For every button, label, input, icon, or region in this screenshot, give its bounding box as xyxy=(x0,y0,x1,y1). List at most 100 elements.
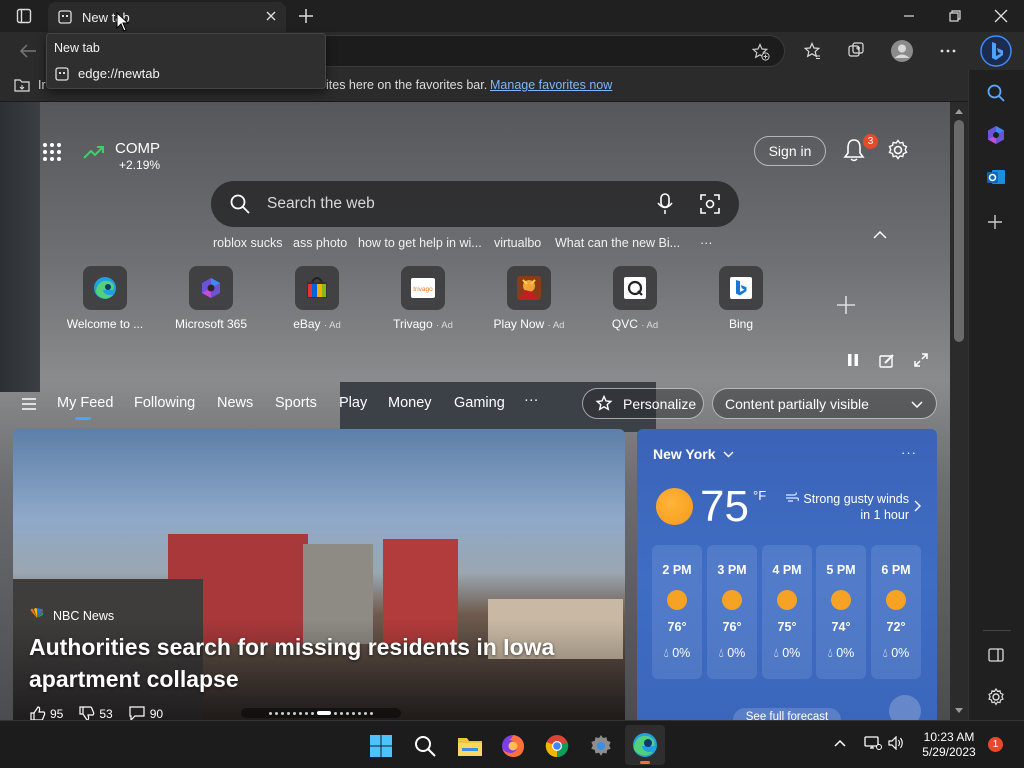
see-full-forecast-button[interactable]: See full forecast xyxy=(733,708,841,720)
scrollbar-thumb[interactable] xyxy=(954,120,964,342)
microphone-icon[interactable] xyxy=(657,193,673,215)
feed-tab-following[interactable]: Following xyxy=(134,395,195,411)
personalize-button[interactable]: Personalize xyxy=(582,388,704,419)
quick-link-tile[interactable] xyxy=(189,266,233,310)
game-icon xyxy=(517,276,541,300)
scroll-down-icon[interactable] xyxy=(955,708,963,713)
taskbar-search-icon[interactable] xyxy=(414,735,436,757)
weather-location[interactable]: New York xyxy=(653,446,734,462)
scroll-up-icon[interactable] xyxy=(955,109,963,114)
quick-link-label: Welcome to ... xyxy=(66,317,144,331)
personalize-label: Personalize xyxy=(623,395,697,412)
stock-symbol[interactable]: COMP xyxy=(115,140,160,157)
firefox-icon[interactable] xyxy=(501,734,525,758)
tab-actions-icon[interactable] xyxy=(16,8,32,24)
tab-new-tab[interactable]: New tab xyxy=(48,2,286,32)
sidebar-divider xyxy=(983,630,1011,631)
collections-icon[interactable] xyxy=(847,42,865,60)
close-icon[interactable] xyxy=(264,9,278,23)
app-launcher-icon[interactable] xyxy=(42,142,62,162)
import-favorites-icon[interactable] xyxy=(14,78,31,93)
carousel-indicator[interactable] xyxy=(241,708,401,718)
taskbar-edge-active[interactable] xyxy=(625,725,665,765)
feed-tab-play[interactable]: Play xyxy=(339,395,367,411)
like-count: 95 xyxy=(50,706,64,721)
notifications-icon[interactable] xyxy=(843,138,865,162)
network-icon[interactable] xyxy=(864,735,882,751)
search-icon[interactable] xyxy=(987,84,1005,102)
volume-icon[interactable] xyxy=(888,736,904,750)
back-button[interactable] xyxy=(19,43,37,59)
visual-search-icon[interactable] xyxy=(700,194,720,214)
quick-link-tile[interactable] xyxy=(507,266,551,310)
bing-chat-icon[interactable] xyxy=(980,35,1012,67)
close-window-button[interactable] xyxy=(994,9,1008,23)
taskbar-clock[interactable]: 10:23 AM 5/29/2023 xyxy=(915,730,983,760)
m365-icon xyxy=(202,278,220,298)
windows-start-icon[interactable] xyxy=(369,734,393,758)
expand-icon[interactable] xyxy=(913,352,929,368)
add-favorite-icon[interactable] xyxy=(752,43,770,61)
favorites-icon[interactable] xyxy=(803,42,821,60)
more-suggestions-button[interactable]: ··· xyxy=(700,236,713,250)
quick-link-tile[interactable] xyxy=(83,266,127,310)
feed-tab-gaming[interactable]: Gaming xyxy=(454,395,505,411)
sunny-icon xyxy=(656,488,693,525)
feed-tab-money[interactable]: Money xyxy=(388,395,432,411)
news-card[interactable]: NBC News Authorities search for missing … xyxy=(13,429,625,720)
weather-alert[interactable]: Strong gusty winds in 1 hour xyxy=(797,491,909,523)
outlook-icon[interactable] xyxy=(986,167,1006,187)
weather-map-thumbnail[interactable] xyxy=(889,695,921,720)
quick-link-tile[interactable] xyxy=(719,266,763,310)
weather-card[interactable]: New York ··· 75 °F Strong gusty winds in… xyxy=(637,429,937,720)
m365-icon[interactable] xyxy=(986,125,1006,145)
search-suggestion[interactable]: virtualbo xyxy=(494,236,541,250)
feed-menu-icon[interactable] xyxy=(21,398,37,410)
manage-favorites-link[interactable]: Manage favorites now xyxy=(490,78,612,92)
chrome-icon[interactable] xyxy=(545,734,569,758)
page-settings-icon[interactable] xyxy=(887,139,909,161)
new-tab-page: COMP +2.19% Sign in 3 Search the web rob… xyxy=(0,102,950,720)
page-scrollbar[interactable] xyxy=(950,102,968,720)
profile-avatar[interactable] xyxy=(891,40,913,62)
favbar-text-right: ites here on the favorites bar. xyxy=(326,78,488,92)
collapse-chevron-icon[interactable] xyxy=(873,230,887,240)
notification-center-badge[interactable]: 1 xyxy=(988,737,1003,752)
sidebar-settings-icon[interactable] xyxy=(987,688,1005,706)
minimize-button[interactable] xyxy=(903,10,915,22)
search-suggestion[interactable]: ass photo xyxy=(293,236,347,250)
settings-app-icon[interactable] xyxy=(589,734,613,758)
quick-link-label: Play Now · Ad xyxy=(493,317,565,331)
restore-button[interactable] xyxy=(949,10,961,22)
search-suggestion[interactable]: roblox sucks xyxy=(213,236,282,250)
feed-more-button[interactable]: ··· xyxy=(524,392,539,408)
feed-tab-my-feed[interactable]: My Feed xyxy=(57,395,113,411)
like-icon[interactable] xyxy=(30,706,46,720)
weather-more-button[interactable]: ··· xyxy=(901,445,917,460)
ebay-icon xyxy=(307,277,327,298)
newtab-page-icon xyxy=(58,10,72,24)
settings-and-more-icon[interactable] xyxy=(939,44,957,58)
content-visibility-dropdown[interactable]: Content partially visible xyxy=(712,388,937,419)
file-explorer-icon[interactable] xyxy=(457,734,483,758)
quick-link-tile[interactable] xyxy=(613,266,657,310)
customize-background-icon[interactable] xyxy=(879,353,895,369)
sunny-icon xyxy=(722,590,742,610)
quick-link-tile[interactable]: trivago xyxy=(401,266,445,310)
pause-background-icon[interactable] xyxy=(846,353,860,367)
sign-in-button[interactable]: Sign in xyxy=(754,136,826,166)
chevron-right-icon[interactable] xyxy=(914,500,921,512)
search-suggestion[interactable]: What can the new Bi... xyxy=(555,236,680,250)
show-hidden-icons-chevron[interactable] xyxy=(834,739,846,747)
search-suggestion[interactable]: how to get help in wi... xyxy=(358,236,482,250)
new-tab-button[interactable] xyxy=(297,7,315,25)
dislike-icon[interactable] xyxy=(79,706,95,720)
hide-sidebar-icon[interactable] xyxy=(988,648,1004,662)
web-search-box[interactable]: Search the web xyxy=(211,181,739,227)
quick-link-tile[interactable] xyxy=(295,266,339,310)
add-shortcut-icon[interactable] xyxy=(836,295,856,315)
add-sidebar-app-icon[interactable] xyxy=(987,214,1003,230)
comment-icon[interactable] xyxy=(129,706,145,720)
feed-tab-news[interactable]: News xyxy=(217,395,253,411)
feed-tab-sports[interactable]: Sports xyxy=(275,395,317,411)
